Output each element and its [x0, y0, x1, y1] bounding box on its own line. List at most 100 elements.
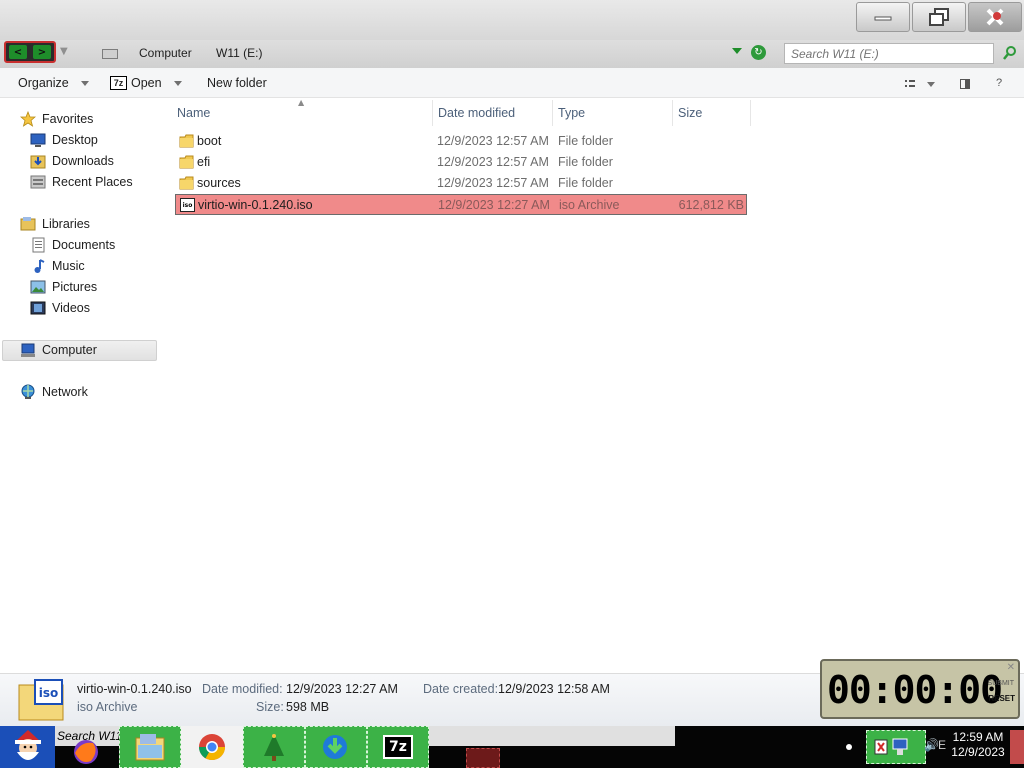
libraries-icon — [20, 217, 36, 231]
nav-libraries[interactable]: Libraries — [20, 216, 90, 232]
view-options-icon[interactable] — [905, 80, 915, 88]
nav-favorites[interactable]: Favorites — [20, 111, 93, 127]
recent-pages-dropdown-icon[interactable]: ▼ — [60, 46, 68, 57]
nav-favorites-label: Favorites — [42, 112, 94, 126]
file-date: 12/9/2023 12:57 AM — [437, 134, 549, 148]
start-button[interactable] — [0, 726, 55, 768]
chrome-icon — [198, 734, 226, 761]
taskbar-explorer[interactable] — [119, 726, 181, 768]
file-row-efi[interactable]: efi 12/9/2023 12:57 AM File folder — [175, 152, 747, 173]
file-name: sources — [197, 176, 241, 190]
back-button[interactable]: < — [9, 45, 27, 59]
downloads-icon — [30, 155, 46, 169]
column-header-size[interactable]: Size — [678, 106, 702, 120]
christmas-tree-icon — [264, 734, 284, 761]
taskbar-marker — [466, 748, 500, 768]
clock-time: 12:59 AM — [952, 730, 1004, 744]
7zip-icon: 7z — [110, 76, 127, 90]
close-icon — [986, 8, 1004, 26]
gadget-submit-label: SUBMIT — [987, 680, 1014, 687]
nav-network[interactable]: Network — [20, 384, 88, 400]
file-type: File folder — [558, 134, 613, 148]
address-dropdown-icon[interactable] — [732, 48, 742, 54]
search-input[interactable] — [785, 44, 993, 63]
new-folder-button[interactable]: New folder — [207, 76, 267, 90]
forward-button[interactable]: > — [33, 45, 51, 59]
column-divider[interactable] — [750, 100, 751, 126]
file-type: File folder — [558, 155, 613, 169]
firefox-icon — [74, 740, 98, 764]
preview-pane-icon[interactable] — [960, 79, 970, 89]
network-icon — [21, 384, 35, 399]
download-manager-icon — [323, 735, 347, 759]
file-explorer-icon — [135, 734, 165, 761]
forward-arrow-icon: > — [37, 46, 47, 58]
folder-icon — [179, 134, 194, 148]
file-row-boot[interactable]: boot 12/9/2023 12:57 AM File folder — [175, 131, 747, 152]
breadcrumb-drive[interactable]: W11 (E:) — [216, 46, 262, 60]
volume-icon[interactable]: 🔊 — [924, 738, 939, 752]
taskbar-firefox[interactable] — [55, 726, 117, 768]
nav-item-desktop[interactable]: Desktop — [30, 132, 98, 148]
column-divider[interactable] — [432, 100, 433, 126]
details-date-created: 12/9/2023 12:58 AM — [498, 682, 610, 696]
column-divider[interactable] — [672, 100, 673, 126]
details-size-label: Size: — [256, 700, 284, 714]
show-desktop-button[interactable] — [1010, 730, 1024, 764]
restore-button[interactable] — [912, 2, 966, 32]
view-dropdown-icon[interactable] — [927, 82, 935, 87]
nav-computer[interactable]: Computer — [20, 342, 97, 358]
iso-file-icon: iso — [180, 198, 195, 212]
nav-item-recent-places[interactable]: Recent Places — [30, 174, 133, 190]
nav-item-pictures[interactable]: Pictures — [30, 279, 97, 295]
organize-label: Organize — [18, 76, 69, 90]
taskbar-clock[interactable]: 12:59 AM 12/9/2023 — [948, 730, 1008, 764]
desktop-icon — [30, 133, 46, 147]
help-button[interactable]: ? — [996, 77, 1002, 89]
gadget-close-icon[interactable]: ✕ — [1007, 662, 1015, 673]
title-bar — [0, 0, 1024, 40]
nav-item-label: Videos — [52, 301, 90, 315]
column-divider[interactable] — [552, 100, 553, 126]
file-name: boot — [197, 134, 222, 148]
refresh-icon[interactable]: ↻ — [751, 45, 766, 60]
column-header-type[interactable]: Type — [558, 106, 585, 120]
minimize-icon — [874, 16, 892, 21]
stopwatch-gadget[interactable]: ✕ 00:00:00 SUBMIT RESET — [820, 659, 1020, 719]
nav-item-downloads[interactable]: Downloads — [30, 153, 114, 169]
taskbar-download-manager[interactable] — [305, 726, 367, 768]
search-icon[interactable] — [1003, 45, 1017, 61]
clock-date: 12/9/2023 — [951, 745, 1005, 759]
gadget-reset-button[interactable]: RESET — [988, 694, 1015, 703]
nav-item-videos[interactable]: Videos — [30, 300, 90, 316]
file-type: iso Archive — [559, 198, 620, 212]
chevron-down-icon — [173, 80, 182, 86]
taskbar-chrome[interactable] — [181, 726, 243, 768]
command-bar: Organize 7z Open New folder ? — [0, 68, 1024, 98]
breadcrumb-computer[interactable]: Computer — [139, 46, 192, 60]
column-header-date-modified[interactable]: Date modified — [438, 106, 515, 120]
column-header-name[interactable]: Name — [177, 106, 210, 120]
taskbar-7zip[interactable]: 7z — [367, 726, 429, 768]
navigation-pane: Favorites Desktop Downloads Recent Place… — [0, 98, 170, 673]
minimize-button[interactable] — [856, 2, 910, 32]
taskbar-tree-app[interactable] — [243, 726, 305, 768]
organize-button[interactable]: Organize — [18, 76, 89, 90]
file-row-virtio-iso[interactable]: iso virtio-win-0.1.240.iso 12/9/2023 12:… — [175, 194, 747, 215]
file-row-sources[interactable]: sources 12/9/2023 12:57 AM File folder — [175, 173, 747, 194]
close-button[interactable] — [968, 2, 1022, 32]
open-label: Open — [131, 76, 162, 90]
file-date: 12/9/2023 12:57 AM — [437, 176, 549, 190]
details-date-created-label: Date created: — [423, 682, 499, 696]
svg-text:iso: iso — [183, 202, 193, 209]
tray-icons — [874, 738, 908, 755]
new-folder-label: New folder — [207, 76, 267, 90]
nav-item-documents[interactable]: Documents — [30, 237, 115, 253]
chevron-down-icon — [80, 80, 89, 86]
system-tray[interactable] — [866, 730, 926, 764]
taskbar: Search W11 7z 🔊 E 12:59 AM 12/9/2023 — [0, 726, 1024, 768]
drive-icon — [102, 49, 118, 59]
search-box[interactable] — [784, 43, 994, 64]
nav-item-music[interactable]: Music — [30, 258, 85, 274]
open-button[interactable]: 7z Open — [110, 76, 182, 90]
